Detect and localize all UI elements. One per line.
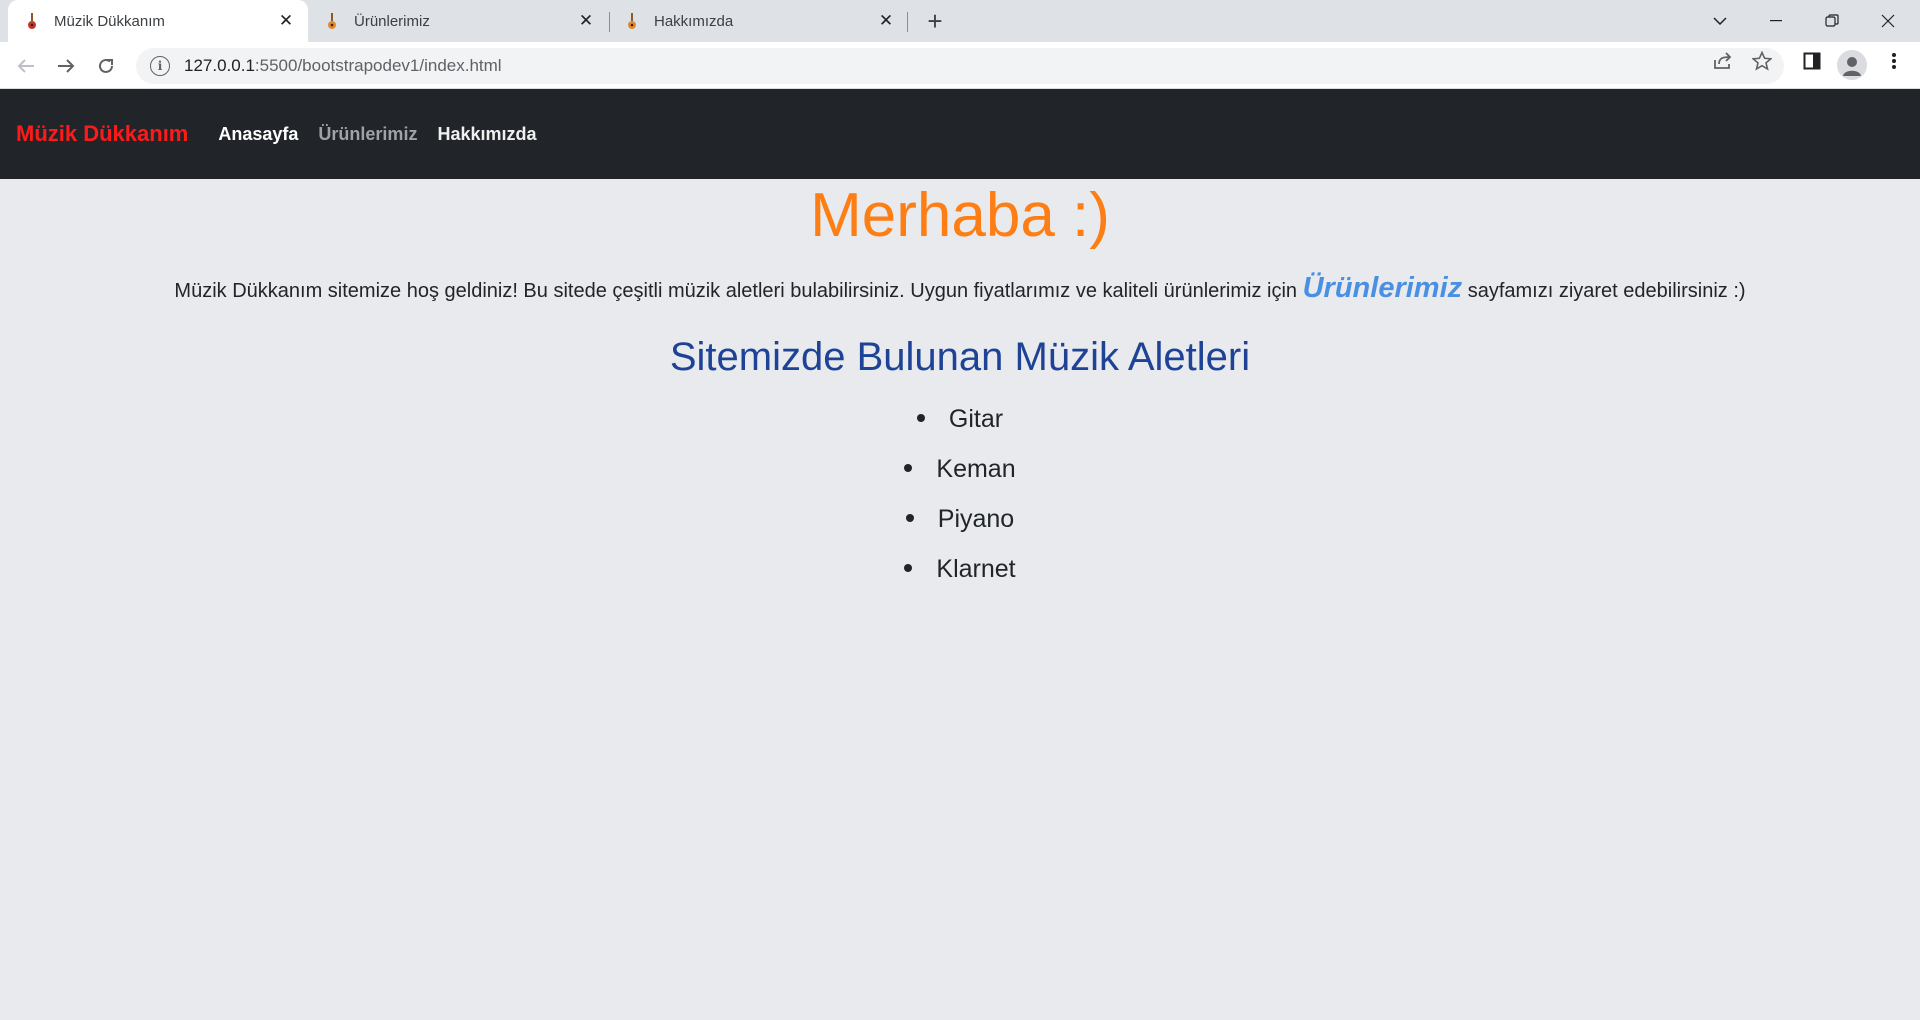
- bullet-icon: [904, 464, 913, 473]
- close-tab-icon[interactable]: ✕: [576, 11, 596, 31]
- browser-tab-strip: Müzik Dükkanım ✕ Ürünlerimiz ✕ Hakkımızd…: [0, 0, 1920, 42]
- close-tab-icon[interactable]: ✕: [276, 11, 296, 31]
- site-info-icon[interactable]: i: [150, 56, 170, 76]
- instrument-list: Gitar Keman Piyano Klarnet: [0, 394, 1920, 594]
- forward-arrow-icon[interactable]: [50, 50, 82, 82]
- tab-title: Ürünlerimiz: [354, 12, 430, 30]
- intro-text-before: Müzik Dükkanım sitemize hoş geldiniz! Bu…: [174, 280, 1303, 302]
- url-host: 127.0.0.1: [184, 56, 255, 75]
- intro-text-after: sayfamızı ziyaret edebilirsiniz :): [1462, 280, 1746, 302]
- section-title: Sitemizde Bulunan Müzik Aletleri: [669, 335, 1251, 379]
- guitar-favicon-icon: [324, 13, 340, 29]
- reload-icon[interactable]: [90, 50, 122, 82]
- urunlerimiz-link[interactable]: Ürünlerimiz: [1303, 272, 1463, 304]
- nav-link-urunlerimiz[interactable]: Ürünlerimiz: [318, 124, 417, 145]
- list-item: Keman: [0, 444, 1920, 494]
- guitar-favicon-icon: [24, 13, 40, 29]
- bullet-icon: [916, 414, 925, 423]
- bullet-icon: [905, 514, 914, 523]
- site-navbar: Müzik Dükkanım Anasayfa Ürünlerimiz Hakk…: [0, 89, 1920, 179]
- tab-urunlerimiz[interactable]: Ürünlerimiz ✕: [308, 0, 608, 42]
- close-window-icon[interactable]: [1860, 0, 1916, 42]
- nav-link-hakkimizda[interactable]: Hakkımızda: [437, 124, 536, 145]
- main-content: Merhaba :) Müzik Dükkanım sitemize hoş g…: [0, 179, 1920, 594]
- back-arrow-icon[interactable]: [10, 50, 42, 82]
- new-tab-button[interactable]: +: [920, 6, 950, 36]
- tab-search-chevron-down-icon[interactable]: [1692, 0, 1748, 42]
- address-bar[interactable]: i 127.0.0.1:5500/bootstrapodev1/index.ht…: [136, 48, 1784, 84]
- nav-link-anasayfa[interactable]: Anasayfa: [218, 124, 298, 145]
- instrument-name: Klarnet: [936, 555, 1016, 583]
- intro-paragraph: Müzik Dükkanım sitemize hoş geldiniz! Bu…: [0, 273, 1920, 306]
- instrument-name: Gitar: [948, 405, 1004, 433]
- hero-heading: Merhaba :): [810, 181, 1110, 250]
- browser-toolbar: i 127.0.0.1:5500/bootstrapodev1/index.ht…: [0, 42, 1920, 89]
- bullet-icon: [904, 564, 913, 573]
- instrument-name: Piyano: [937, 505, 1015, 533]
- guitar-favicon-icon: [624, 13, 640, 29]
- close-tab-icon[interactable]: ✕: [876, 11, 896, 31]
- list-item: Piyano: [0, 494, 1920, 544]
- kebab-menu-icon[interactable]: [1883, 50, 1905, 72]
- tab-muzik-dukkanim[interactable]: Müzik Dükkanım ✕: [8, 0, 308, 42]
- profile-avatar-icon[interactable]: [1837, 50, 1867, 80]
- tab-title: Hakkımızda: [654, 12, 734, 30]
- side-panel-icon[interactable]: [1801, 50, 1823, 72]
- bookmark-star-icon[interactable]: [1751, 50, 1773, 72]
- instrument-name: Keman: [936, 455, 1016, 483]
- minimize-icon[interactable]: [1748, 0, 1804, 42]
- restore-icon[interactable]: [1804, 0, 1860, 42]
- url-path: :5500/bootstrapodev1/index.html: [254, 56, 502, 75]
- navbar-brand[interactable]: Müzik Dükkanım: [16, 121, 188, 147]
- list-item: Klarnet: [0, 544, 1920, 594]
- list-item: Gitar: [0, 394, 1920, 444]
- tab-separator: [907, 12, 908, 32]
- share-icon[interactable]: [1712, 50, 1734, 72]
- tab-title: Müzik Dükkanım: [54, 12, 165, 30]
- tab-hakkimizda[interactable]: Hakkımızda ✕: [608, 0, 908, 42]
